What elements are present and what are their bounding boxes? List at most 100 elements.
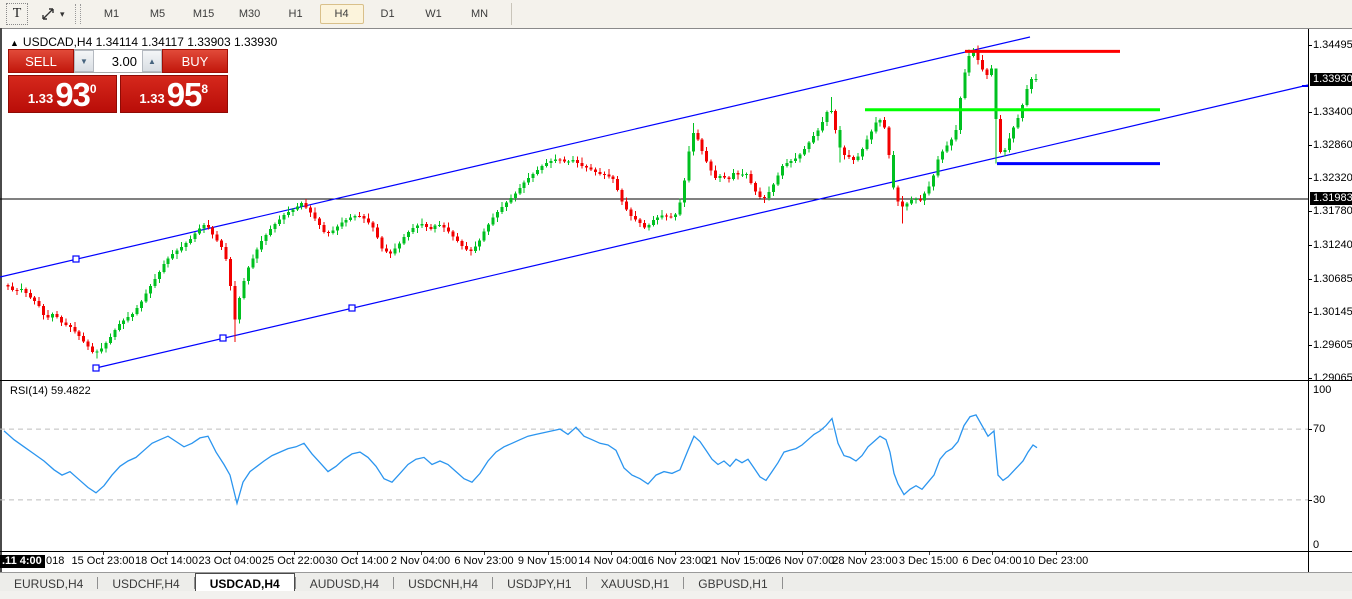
- time-axis-label: 10 Dec 23:00: [1022, 555, 1089, 567]
- axis-separator: [1308, 29, 1309, 572]
- time-axis-tick: [166, 552, 168, 555]
- timeframe-button-m15[interactable]: M15: [182, 4, 226, 24]
- price-axis-label: 1.32860: [1313, 139, 1352, 152]
- toolbar: T ▾ M1 M5 M15 M30 H1 H4 D1 W1 MN: [0, 0, 1352, 29]
- time-axis-label: 6 Dec 04:00: [962, 555, 1022, 567]
- timeframe-button-h1[interactable]: H1: [274, 4, 318, 24]
- chart-tab-usdchf[interactable]: USDCHF,H4: [98, 573, 193, 592]
- time-axis-label-partial: 018: [46, 555, 65, 567]
- chart-title: ▲ USDCAD,H4 1.34114 1.34117 1.33903 1.339…: [10, 35, 278, 49]
- time-axis-tick: [293, 552, 295, 555]
- price-axis-label: 1.31240: [1313, 238, 1352, 251]
- buy-price-display[interactable]: 1.33 95 8: [119, 75, 228, 113]
- buy-price-prefix: 1.33: [139, 91, 165, 106]
- channel-handle[interactable]: [348, 304, 356, 312]
- time-axis-tick: [801, 552, 803, 555]
- mt4-window: T ▾ M1 M5 M15 M30 H1 H4 D1 W1 MN ▲ USDCAD,H4 1.34…: [0, 0, 1352, 599]
- chart-tab-xauusd[interactable]: XAUUSD,H1: [587, 573, 684, 592]
- toolbar-grip[interactable]: [74, 4, 81, 24]
- volume-decrease-button[interactable]: ▼: [74, 50, 94, 72]
- symbol-marker-icon: ▲: [10, 38, 19, 48]
- time-axis-tick: [738, 552, 739, 555]
- timeframe-button-w1[interactable]: W1: [412, 4, 456, 24]
- buy-price-sup: 8: [201, 82, 209, 96]
- time-axis-label: 18 Oct 14:00: [135, 555, 198, 567]
- time-axis-label: 3 Dec 15:00: [898, 555, 959, 567]
- channel-handle[interactable]: [92, 364, 100, 372]
- price-axis-label: 1.30685: [1313, 272, 1352, 285]
- chart-tab-gbpusd[interactable]: GBPUSD,H1: [684, 573, 781, 592]
- chart-canvas: [0, 36, 1309, 506]
- channel-handle[interactable]: [219, 334, 227, 342]
- time-axis-tick: [230, 552, 231, 555]
- timeframe-button-m1[interactable]: M1: [90, 4, 134, 24]
- timeframe-button-mn[interactable]: MN: [458, 4, 502, 24]
- chart-tab-eurusd[interactable]: EURUSD,H4: [0, 573, 97, 592]
- one-click-trading-panel: SELL ▼ 3.00 ▲ BUY 1.33 93 0 1.33 95 8: [8, 49, 228, 113]
- buy-button[interactable]: BUY: [162, 49, 228, 73]
- channel-lower-line[interactable]: [95, 84, 1309, 369]
- time-axis-label: 2 Nov 04:00: [390, 555, 451, 567]
- arrows-tool-icon[interactable]: [38, 4, 58, 24]
- text-tool-icon[interactable]: T: [6, 3, 28, 25]
- trendline-axis-mark: [1302, 85, 1308, 87]
- time-axis-label: 21 Nov 15:00: [705, 555, 771, 567]
- time-axis-label: 6 Nov 23:00: [454, 555, 514, 567]
- price-axis-label: 1.34495: [1313, 39, 1352, 51]
- rsi-axis-label: 100: [1313, 384, 1332, 396]
- timeframe-button-m30[interactable]: M30: [228, 4, 272, 24]
- chart-tab-bar: EURUSD,H4 USDCHF,H4 USDCAD,H4 AUDUSD,H4 USDC…: [0, 572, 1352, 592]
- time-axis-label: 9 Nov 15:00: [517, 555, 578, 567]
- rsi-indicator-label: RSI(14) 59.4822: [10, 385, 91, 397]
- pane-separator[interactable]: [0, 380, 1352, 381]
- time-axis-tick: [1055, 552, 1057, 555]
- rsi-bottom-border: [0, 551, 1352, 552]
- sell-price-big: 93: [55, 76, 91, 113]
- price-tag: 1.31983: [1310, 192, 1352, 205]
- channel-handle[interactable]: [72, 255, 80, 263]
- time-axis-label: 25 Oct 22:00: [262, 555, 325, 567]
- chart-area: ▲ USDCAD,H4 1.34114 1.34117 1.33903 1.339…: [0, 28, 1352, 599]
- time-axis-label: 16 Nov 23:00: [641, 555, 708, 567]
- sell-price-display[interactable]: 1.33 93 0: [8, 75, 117, 113]
- bottom-strip: [0, 591, 1352, 599]
- time-crosshair-tag: .11 4:00: [0, 555, 45, 568]
- sell-price-sup: 0: [89, 82, 97, 96]
- time-axis-label: 23 Oct 04:00: [198, 555, 262, 567]
- buy-price-big: 95: [166, 76, 203, 113]
- time-axis-tick: [547, 552, 549, 555]
- tab-separator: [781, 576, 783, 589]
- chart-tab-audusd[interactable]: AUDUSD,H4: [296, 573, 393, 592]
- time-axis-tick: [611, 552, 612, 555]
- timeframe-button-d1[interactable]: D1: [366, 4, 410, 24]
- rsi-axis-label: 0: [1313, 539, 1320, 551]
- timeframe-button-m5[interactable]: M5: [136, 4, 180, 24]
- timeframe-buttons: M1 M5 M15 M30 H1 H4 D1 W1 MN: [89, 4, 503, 24]
- time-axis-tick: [674, 552, 676, 555]
- rsi-axis-label: 70: [1313, 423, 1326, 436]
- sell-button[interactable]: SELL: [8, 49, 74, 73]
- time-axis-label: 14 Nov 04:00: [578, 555, 644, 567]
- price-axis-label: 1.32320: [1313, 172, 1352, 185]
- time-axis-tick: [865, 552, 866, 555]
- timeframe-button-h4[interactable]: H4: [319, 4, 364, 24]
- time-axis-tick: [928, 552, 930, 555]
- chart-tab-usdcnh[interactable]: USDCNH,H4: [394, 573, 492, 592]
- price-axis-label: 1.29065: [1313, 371, 1352, 384]
- time-axis-tick: [484, 552, 485, 555]
- time-axis-label: 26 Nov 07:00: [768, 555, 835, 567]
- time-axis-tick: [103, 552, 104, 555]
- chart-tab-usdjpy[interactable]: USDJPY,H1: [493, 573, 585, 592]
- volume-increase-button[interactable]: ▲: [142, 50, 162, 72]
- time-axis-label: 30 Oct 14:00: [325, 555, 389, 567]
- time-axis-label: 28 Nov 23:00: [832, 555, 898, 567]
- price-axis-label: 1.31780: [1313, 205, 1352, 218]
- time-axis-tick: [420, 552, 422, 555]
- chart-tab-usdcad[interactable]: USDCAD,H4: [194, 573, 295, 592]
- time-axis-tick: [357, 552, 358, 555]
- arrows-dropdown-caret[interactable]: ▾: [60, 9, 65, 20]
- price-tag: 1.33930: [1310, 72, 1352, 86]
- volume-input[interactable]: 3.00: [94, 50, 142, 72]
- time-axis-tick: [992, 552, 993, 555]
- rsi-line: [3, 414, 1038, 506]
